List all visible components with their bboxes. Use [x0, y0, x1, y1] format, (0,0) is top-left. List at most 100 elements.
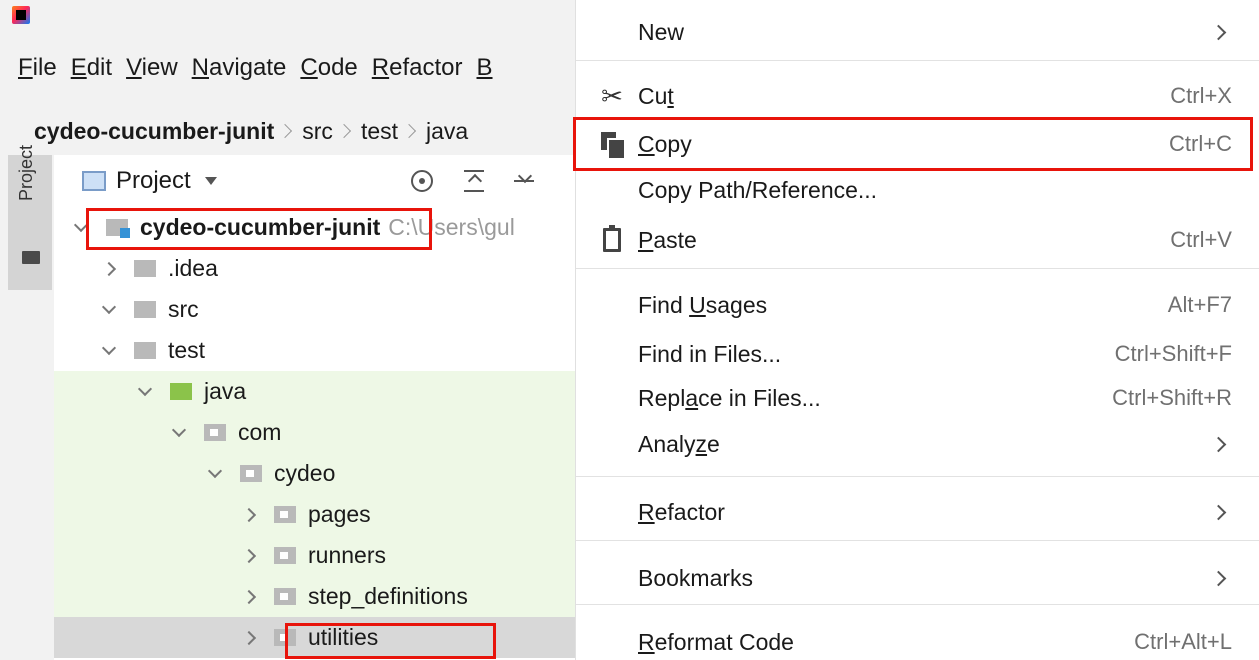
chevron-right-icon — [336, 123, 352, 139]
menu-navigate[interactable]: Navigate — [192, 54, 287, 82]
chevron-right-icon[interactable] — [241, 507, 257, 522]
breadcrumb-item[interactable]: src — [302, 118, 333, 145]
context-menu-analyze[interactable]: Analyze — [576, 422, 1259, 466]
package-icon — [274, 506, 296, 523]
context-menu-reformat-code[interactable]: Reformat Code Ctrl+Alt+L — [576, 620, 1259, 660]
expand-all-icon[interactable] — [464, 170, 484, 192]
chevron-down-icon[interactable] — [101, 340, 117, 355]
menu-label-rest: iew — [141, 54, 178, 81]
folder-icon — [134, 260, 156, 277]
menu-label-rest: ode — [317, 54, 358, 81]
collapse-all-icon[interactable] — [514, 170, 534, 192]
breadcrumb-item[interactable]: test — [361, 118, 398, 145]
menu-refactor[interactable]: Refactor — [372, 54, 463, 82]
menu-mnemonic: C — [300, 54, 318, 81]
select-opened-file-icon[interactable] — [411, 170, 433, 192]
menu-item-label: Copy Path/Reference... — [638, 176, 878, 203]
tree-node-java[interactable]: java — [54, 371, 575, 412]
tree-node-pages[interactable]: pages — [54, 494, 575, 535]
package-icon — [274, 547, 296, 564]
tree-node-label: .idea — [168, 255, 218, 281]
menu-item-label: Refactor — [638, 498, 725, 525]
tree-node-label: runners — [308, 542, 386, 568]
context-menu-replace-in-files[interactable]: Replace in Files... Ctrl+Shift+R — [576, 376, 1259, 420]
menu-mnemonic: E — [70, 54, 87, 81]
tree-node-com[interactable]: com — [54, 412, 575, 453]
tree-node-step-definitions[interactable]: step_definitions — [54, 576, 575, 617]
chevron-right-icon[interactable] — [241, 589, 257, 604]
tree-node-cydeo[interactable]: cydeo — [54, 453, 575, 494]
menu-item-shortcut: Ctrl+Alt+L — [1134, 629, 1232, 654]
project-stripe-label: Project — [16, 144, 36, 201]
context-menu-copy-path-reference[interactable]: Copy Path/Reference... — [576, 168, 1259, 212]
copy-icon-glyph — [601, 132, 626, 160]
chevron-down-icon[interactable] — [171, 422, 187, 437]
chevron-right-icon[interactable] — [101, 261, 117, 276]
menu-item-label: New — [638, 18, 685, 45]
menu-label-rest: dit — [86, 54, 113, 81]
chevron-down-icon[interactable] — [101, 299, 117, 314]
chevron-right-icon — [1210, 436, 1227, 452]
project-view-selector[interactable]: Project — [116, 167, 191, 195]
context-menu-cut[interactable]: ✂ Cut Ctrl+X — [576, 74, 1259, 118]
menu-code[interactable]: Code — [300, 54, 357, 82]
menu-edit[interactable]: Edit — [71, 54, 112, 82]
menu-item-shortcut: Ctrl+X — [1170, 83, 1232, 108]
menu-mnemonic: B — [476, 54, 493, 81]
menu-item-label: Copy — [638, 130, 692, 157]
menu-file[interactable]: File — [18, 54, 57, 82]
paste-icon — [598, 225, 626, 254]
menu-item-label: Analyze — [638, 430, 720, 457]
chevron-down-icon[interactable] — [204, 177, 217, 185]
folder-icon — [134, 342, 156, 359]
menu-item-label: Bookmarks — [638, 564, 754, 591]
tree-node-cydeo-cucumber-junit[interactable]: cydeo-cucumber-junit C:\Users\gul — [54, 207, 575, 248]
chevron-right-icon[interactable] — [241, 630, 257, 645]
chevron-right-icon[interactable] — [241, 548, 257, 563]
menu-b[interactable]: B — [477, 54, 493, 82]
context-menu-paste[interactable]: Paste Ctrl+V — [576, 218, 1259, 262]
tree-node-label: cydeo-cucumber-junit — [140, 214, 381, 240]
menu-separator — [576, 476, 1259, 477]
project-tool-window-stripe[interactable]: Project — [8, 145, 52, 290]
menu-separator — [576, 268, 1259, 269]
menu-mnemonic: N — [191, 54, 209, 81]
context-menu-find-in-files[interactable]: Find in Files... Ctrl+Shift+F — [576, 332, 1259, 376]
folder-icon — [22, 251, 40, 264]
project-tree: cydeo-cucumber-junit C:\Users\gul .idea src… — [54, 207, 575, 658]
context-menu-copy[interactable]: Copy Ctrl+C — [576, 122, 1259, 166]
scissors-icon: ✂ — [601, 80, 623, 111]
menu-view[interactable]: View — [126, 54, 178, 82]
context-menu-bookmarks[interactable]: Bookmarks — [576, 556, 1259, 600]
package-icon — [274, 629, 296, 646]
chevron-down-icon[interactable] — [137, 381, 153, 396]
intellij-logo-icon — [12, 6, 30, 24]
tree-node-test[interactable]: test — [54, 330, 575, 371]
menu-item-label: Reformat Code — [638, 628, 794, 655]
chevron-down-icon[interactable] — [73, 217, 89, 232]
project-panel-header: Project — [54, 155, 575, 207]
chevron-down-icon[interactable] — [207, 463, 223, 478]
context-menu-find-usages[interactable]: Find Usages Alt+F7 — [576, 283, 1259, 327]
menu-separator — [576, 604, 1259, 605]
tree-node-utilities[interactable]: utilities — [54, 617, 575, 658]
tree-node-runners[interactable]: runners — [54, 535, 575, 576]
context-menu: New ✂ Cut Ctrl+X Copy Ctrl+C Copy Path/Referen… — [575, 0, 1259, 660]
package-icon — [240, 465, 262, 482]
menu-label-rest: efactor — [389, 54, 463, 81]
breadcrumb-item[interactable]: java — [426, 118, 468, 145]
menu-mnemonic: R — [371, 54, 390, 81]
tree-node-label: step_definitions — [308, 583, 468, 609]
tree-node--idea[interactable]: .idea — [54, 248, 575, 289]
menu-label-rest: avigate — [209, 54, 287, 81]
context-menu-new[interactable]: New — [576, 10, 1259, 54]
ide-window: File Edit View Navigate Code Refactor B cydeo-… — [0, 0, 575, 660]
tree-node-src[interactable]: src — [54, 289, 575, 330]
menu-label-rest: ile — [32, 54, 57, 81]
chevron-right-icon — [1210, 24, 1227, 40]
breadcrumb: cydeo-cucumber-junit src test java — [0, 110, 575, 152]
context-menu-refactor[interactable]: Refactor — [576, 490, 1259, 534]
breadcrumb-item[interactable]: cydeo-cucumber-junit — [34, 118, 274, 145]
chevron-right-icon — [1210, 570, 1227, 586]
folder-icon — [134, 301, 156, 318]
